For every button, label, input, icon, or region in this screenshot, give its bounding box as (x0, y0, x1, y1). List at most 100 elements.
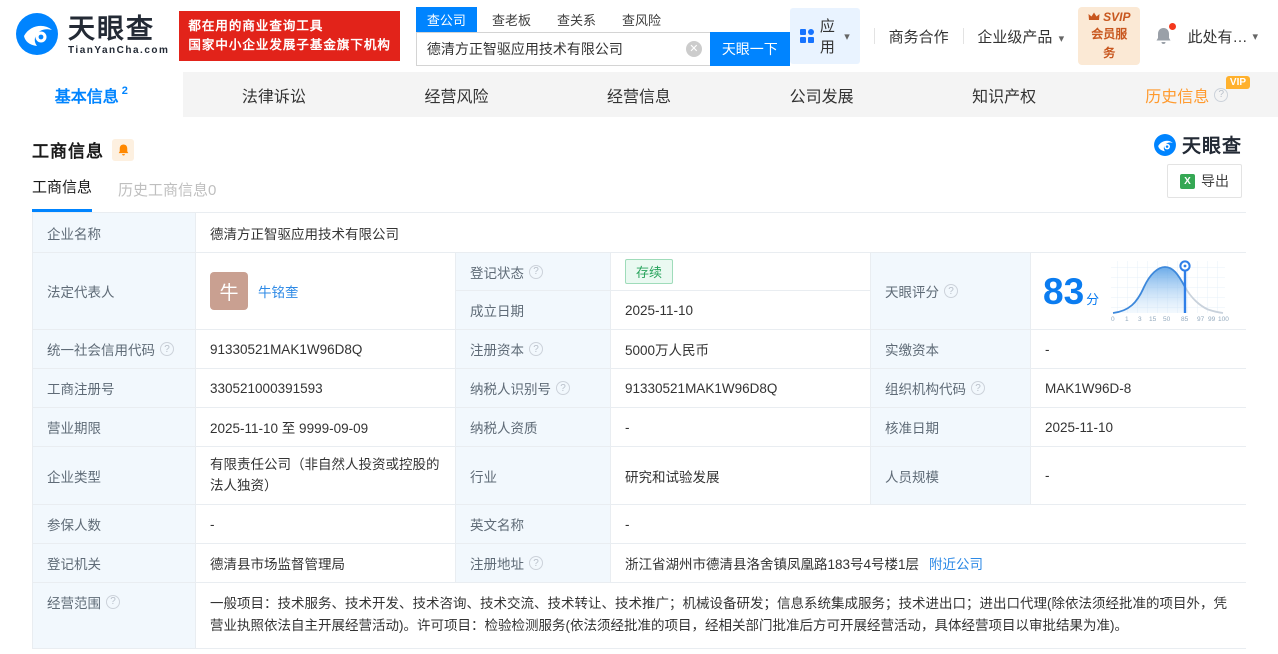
divider (873, 28, 875, 44)
svg-text:3: 3 (1138, 316, 1142, 323)
search-tab-relation[interactable]: 查关系 (546, 7, 607, 32)
company-type-label: 企业类型 (33, 447, 196, 505)
search-input-wrap: ✕ (415, 31, 710, 66)
svip-member-badge[interactable]: SVIP 会员服务 (1078, 6, 1141, 66)
watermark-logo: 天眼查 (1153, 131, 1242, 158)
search-tab-company[interactable]: 查公司 (415, 6, 477, 32)
business-scope-label: 经营范围? (33, 583, 196, 649)
industry-value: 研究和试验发展 (611, 447, 871, 505)
brand-slogan-banner: 都在用的商业查询工具 国家中小企业发展子基金旗下机构 (179, 11, 400, 61)
crown-icon (1088, 12, 1100, 21)
search-box: 查公司 查老板 查关系 查风险 ✕ 天眼一下 (415, 6, 790, 66)
chevron-down-icon: ▾ (1252, 30, 1259, 43)
english-name-value: - (611, 505, 1246, 544)
insured-value: - (196, 505, 456, 544)
svg-text:0: 0 (1111, 316, 1115, 323)
subtab-history-business-info[interactable]: 历史工商信息0 (118, 179, 216, 212)
tianyancha-logo[interactable]: 天眼查 TianYanCha.com (14, 11, 169, 62)
reg-capital-value: 5000万人民币 (611, 330, 871, 369)
reg-authority-value: 德清县市场监督管理局 (196, 544, 456, 583)
help-icon[interactable]: ? (556, 381, 570, 395)
svg-text:97: 97 (1197, 316, 1205, 323)
search-tab-boss[interactable]: 查老板 (481, 7, 542, 32)
notification-bell-icon[interactable] (1154, 23, 1177, 46)
subtab-business-info[interactable]: 工商信息 (32, 176, 93, 212)
eye-logo-icon (14, 11, 60, 62)
help-icon[interactable]: ? (971, 381, 985, 395)
help-icon[interactable]: ? (529, 342, 543, 356)
tab-company-development[interactable]: 公司发展 (730, 72, 913, 117)
vip-badge: VIP (1225, 76, 1251, 89)
taxpayer-qual-value: - (611, 408, 871, 447)
search-tab-risk[interactable]: 查风险 (611, 7, 672, 32)
reg-address-label: 注册地址? (456, 544, 611, 583)
business-term-value: 2025-11-10 至 9999-09-09 (196, 408, 456, 447)
taxpayer-id-value: 91330521MAK1W96D8Q (611, 369, 871, 408)
tab-operation-risk[interactable]: 经营风险 (365, 72, 548, 117)
export-button[interactable]: X 导出 (1167, 164, 1242, 198)
monitor-bell-icon[interactable] (112, 138, 134, 161)
nav-enterprise-products[interactable]: 企业级产品 ▾ (977, 26, 1064, 47)
org-code-value: MAK1W96D-8 (1031, 369, 1246, 408)
svg-text:99: 99 (1208, 316, 1216, 323)
staff-size-value: - (1031, 447, 1246, 505)
apps-label: 应用 (819, 18, 835, 56)
status-badge: 存续 (625, 259, 674, 284)
paid-capital-value: - (1031, 330, 1246, 369)
svg-text:50: 50 (1163, 316, 1171, 323)
score-label: 天眼评分? (871, 253, 1031, 330)
avatar[interactable]: 牛 (210, 272, 248, 310)
staff-size-label: 人员规模 (871, 447, 1031, 505)
logo-title: 天眼查 (68, 14, 155, 44)
svg-text:85: 85 (1181, 316, 1189, 323)
company-name-label: 企业名称 (33, 213, 196, 253)
tab-history-info[interactable]: VIP 历史信息 ? (1095, 72, 1278, 117)
nav-business-cooperation[interactable]: 商务合作 (889, 26, 949, 47)
business-info-table: 企业名称 德清方正智驱应用技术有限公司 法定代表人 牛 牛铭奎 登记状态? 存续… (32, 212, 1246, 649)
nearby-companies-link[interactable]: 附近公司 (929, 553, 983, 573)
help-icon[interactable]: ? (529, 264, 543, 279)
search-type-tabs: 查公司 查老板 查关系 查风险 (415, 6, 790, 32)
tab-operation-info[interactable]: 经营信息 (548, 72, 731, 117)
username: 此处有… (1187, 28, 1248, 46)
est-date-label: 成立日期 (456, 291, 611, 330)
tab-intellectual-property[interactable]: 知识产权 (913, 72, 1096, 117)
reg-address-value: 浙江省湖州市德清县洛舍镇凤凰路183号4号楼1层 附近公司 (611, 544, 1246, 583)
help-icon[interactable]: ? (944, 284, 958, 298)
excel-icon: X (1180, 173, 1195, 189)
help-icon[interactable]: ? (106, 595, 120, 609)
approval-date-value: 2025-11-10 (1031, 408, 1246, 447)
business-term-label: 营业期限 (33, 408, 196, 447)
uscc-label: 统一社会信用代码? (33, 330, 196, 369)
tab-basic-info[interactable]: 基本信息 2 (0, 72, 183, 117)
apps-menu[interactable]: 应用 ▾ (789, 8, 860, 64)
taxpayer-qual-label: 纳税人资质 (456, 408, 611, 447)
reg-capital-label: 注册资本? (456, 330, 611, 369)
user-account-menu[interactable]: 此处有… ▾ (1187, 26, 1258, 47)
svg-text:100: 100 (1218, 316, 1229, 323)
industry-label: 行业 (456, 447, 611, 505)
legal-rep-link[interactable]: 牛铭奎 (258, 281, 299, 301)
reg-authority-label: 登记机关 (33, 544, 196, 583)
svg-text:15: 15 (1149, 316, 1157, 323)
english-name-label: 英文名称 (456, 505, 611, 544)
insured-label: 参保人数 (33, 505, 196, 544)
reg-number-value: 330521000391593 (196, 369, 456, 408)
tab-legal-litigation[interactable]: 法律诉讼 (183, 72, 366, 117)
help-icon[interactable]: ? (529, 556, 543, 570)
search-input[interactable] (426, 40, 686, 57)
clear-search-icon[interactable]: ✕ (685, 40, 702, 57)
score-number: 83 (1043, 270, 1085, 312)
help-icon[interactable]: ? (1214, 87, 1229, 102)
reg-status-value: 存续 (611, 253, 871, 291)
section-title: 工商信息 (32, 142, 104, 161)
approval-date-label: 核准日期 (871, 408, 1031, 447)
uscc-value: 91330521MAK1W96D8Q (196, 330, 456, 369)
paid-capital-label: 实缴资本 (871, 330, 1031, 369)
org-code-label: 组织机构代码? (871, 369, 1031, 408)
apps-grid-icon (799, 28, 814, 44)
help-icon[interactable]: ? (160, 342, 174, 356)
search-button[interactable]: 天眼一下 (709, 31, 790, 66)
legal-rep-label: 法定代表人 (33, 253, 196, 330)
chevron-down-icon: ▾ (1058, 32, 1065, 45)
